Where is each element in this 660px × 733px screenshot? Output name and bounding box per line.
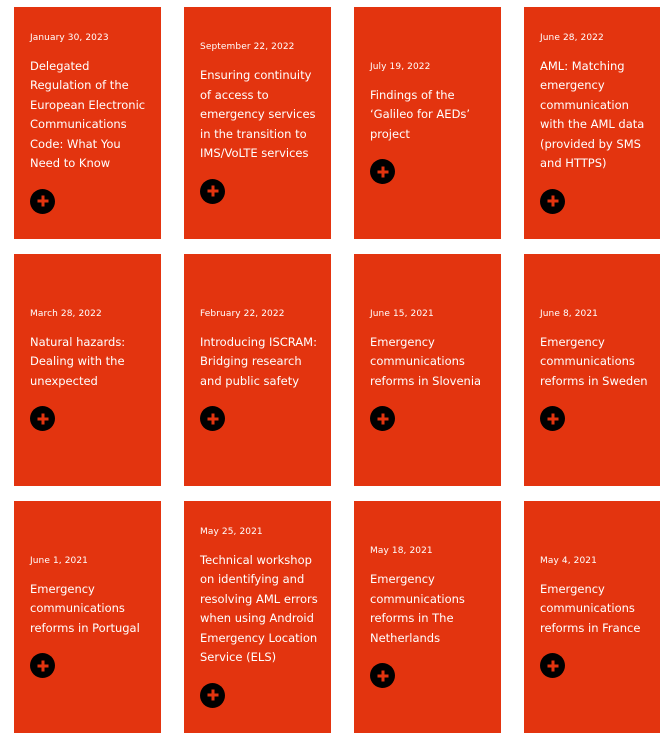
plus-icon[interactable] bbox=[370, 663, 395, 688]
card-title[interactable]: Emergency communications reforms in Swed… bbox=[540, 333, 650, 392]
card-date: September 22, 2022 bbox=[200, 42, 295, 53]
plus-icon[interactable] bbox=[540, 653, 565, 679]
plus-icon[interactable] bbox=[540, 188, 565, 214]
card-date: May 18, 2021 bbox=[370, 546, 433, 556]
card-date: June 15, 2021 bbox=[370, 308, 434, 319]
news-card[interactable]: September 22, 2022 Ensuring continuity o… bbox=[184, 7, 331, 239]
news-card[interactable]: June 15, 2021 Emergency communications r… bbox=[354, 254, 501, 486]
card-title[interactable]: Emergency communications reforms in Fran… bbox=[540, 580, 650, 639]
plus-icon[interactable] bbox=[200, 682, 225, 708]
news-card[interactable]: July 19, 2022 Findings of the ‘Galileo f… bbox=[354, 7, 501, 239]
card-title[interactable]: Emergency communications reforms in The … bbox=[370, 570, 491, 648]
plus-icon[interactable] bbox=[370, 159, 395, 185]
card-title[interactable]: Delegated Regulation of the European Ele… bbox=[30, 57, 151, 174]
card-title[interactable]: Technical workshop on identifying and re… bbox=[200, 551, 321, 668]
news-card[interactable]: May 25, 2021 Technical workshop on ident… bbox=[184, 501, 331, 733]
card-date: June 8, 2021 bbox=[540, 308, 599, 319]
card-date: June 1, 2021 bbox=[30, 555, 89, 566]
plus-icon[interactable] bbox=[200, 178, 225, 204]
card-title[interactable]: Emergency communications reforms in Port… bbox=[30, 580, 151, 639]
plus-icon[interactable] bbox=[370, 406, 395, 432]
card-date: May 25, 2021 bbox=[200, 526, 263, 537]
news-card[interactable]: March 28, 2022 Natural hazards: Dealing … bbox=[14, 254, 161, 486]
card-date: June 28, 2022 bbox=[540, 32, 604, 43]
card-date: March 28, 2022 bbox=[30, 308, 102, 319]
plus-icon[interactable] bbox=[200, 406, 225, 432]
card-title[interactable]: Emergency communications reforms in Slov… bbox=[370, 333, 491, 392]
card-title[interactable]: Natural hazards: Dealing with the unexpe… bbox=[30, 333, 151, 392]
news-card[interactable]: June 1, 2021 Emergency communications re… bbox=[14, 501, 161, 733]
news-card[interactable]: June 8, 2021 Emergency communications re… bbox=[524, 254, 660, 486]
card-title[interactable]: Introducing ISCRAM: Bridging research an… bbox=[200, 333, 321, 392]
news-card-grid: January 30, 2023 Delegated Regulation of… bbox=[0, 0, 660, 733]
card-date: May 4, 2021 bbox=[540, 555, 597, 566]
card-title[interactable]: Ensuring continuity of access to emergen… bbox=[200, 66, 321, 164]
news-card[interactable]: June 28, 2022 AML: Matching emergency co… bbox=[524, 7, 660, 239]
plus-icon[interactable] bbox=[30, 188, 55, 214]
plus-icon[interactable] bbox=[30, 653, 55, 679]
plus-icon[interactable] bbox=[30, 406, 55, 432]
news-card[interactable]: May 4, 2021 Emergency communications ref… bbox=[524, 501, 660, 733]
card-date: July 19, 2022 bbox=[370, 61, 431, 72]
news-card[interactable]: February 22, 2022 Introducing ISCRAM: Br… bbox=[184, 254, 331, 486]
news-card[interactable]: May 18, 2021 Emergency communications re… bbox=[354, 501, 501, 733]
card-date: February 22, 2022 bbox=[200, 308, 285, 319]
plus-icon[interactable] bbox=[540, 406, 565, 432]
card-title[interactable]: AML: Matching emergency communication wi… bbox=[540, 57, 650, 174]
card-date: January 30, 2023 bbox=[30, 32, 109, 43]
news-card[interactable]: January 30, 2023 Delegated Regulation of… bbox=[14, 7, 161, 239]
card-title[interactable]: Findings of the ‘Galileo for AEDs’ proje… bbox=[370, 86, 491, 145]
